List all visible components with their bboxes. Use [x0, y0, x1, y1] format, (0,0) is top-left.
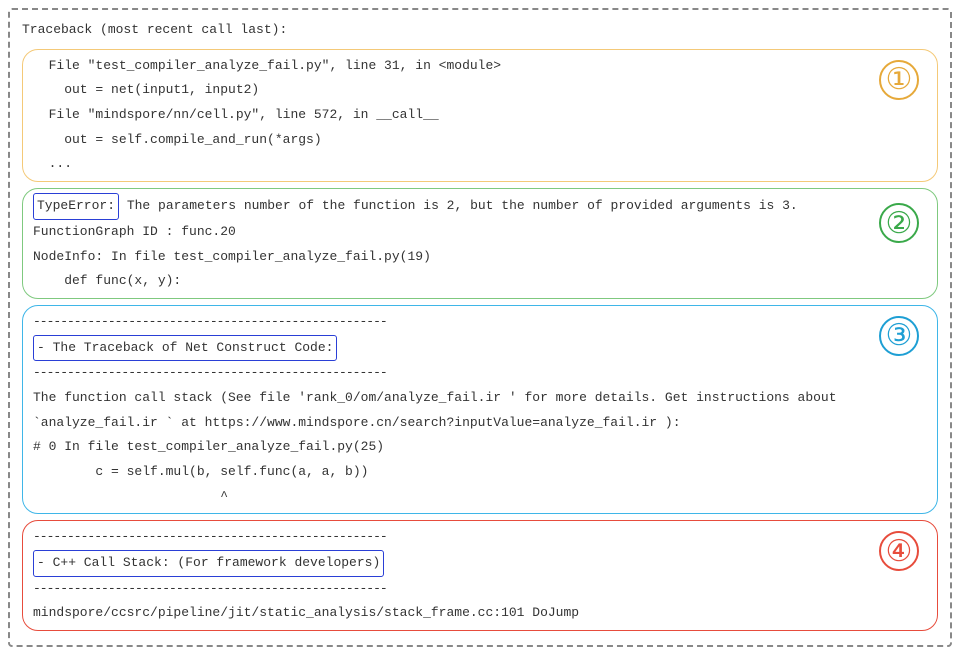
error-message: TypeError: The parameters number of the …: [33, 193, 927, 220]
frame-0-code: c = self.mul(b, self.func(a, a, b)): [33, 460, 927, 485]
traceback-ellipsis: ...: [33, 152, 927, 177]
traceback-line: out = net(input1, input2): [33, 78, 927, 103]
section-typeerror: ② TypeError: The parameters number of th…: [22, 188, 938, 299]
badge-3: ③: [879, 316, 919, 356]
net-construct-title: - The Traceback of Net Construct Code:: [33, 335, 337, 362]
func-def: def func(x, y):: [33, 269, 927, 294]
traceback-container: Traceback (most recent call last): ① Fil…: [8, 8, 952, 647]
cpp-frame: mindspore/ccsrc/pipeline/jit/static_anal…: [33, 601, 927, 626]
traceback-line: File "mindspore/nn/cell.py", line 572, i…: [33, 103, 927, 128]
call-stack-desc: The function call stack (See file 'rank_…: [33, 386, 927, 411]
divider: ----------------------------------------…: [33, 525, 927, 550]
cpp-stack-title: - C++ Call Stack: (For framework develop…: [33, 550, 384, 577]
traceback-line: out = self.compile_and_run(*args): [33, 128, 927, 153]
section-python-traceback: ① File "test_compiler_analyze_fail.py", …: [22, 49, 938, 182]
badge-2: ②: [879, 203, 919, 243]
badge-1: ①: [879, 60, 919, 100]
traceback-header: Traceback (most recent call last):: [22, 18, 938, 43]
divider: ----------------------------------------…: [33, 310, 927, 335]
node-info: NodeInfo: In file test_compiler_analyze_…: [33, 245, 927, 270]
section-cpp-call-stack: ④ --------------------------------------…: [22, 520, 938, 631]
cpp-stack-title-row: - C++ Call Stack: (For framework develop…: [33, 550, 927, 577]
divider: ----------------------------------------…: [33, 361, 927, 386]
call-stack-url: `analyze_fail.ir ` at https://www.mindsp…: [33, 411, 927, 436]
net-construct-title-row: - The Traceback of Net Construct Code:: [33, 335, 927, 362]
traceback-line: File "test_compiler_analyze_fail.py", li…: [33, 54, 927, 79]
divider: ----------------------------------------…: [33, 577, 927, 602]
frame-0-caret: ^: [33, 485, 927, 510]
frame-0-file: # 0 In file test_compiler_analyze_fail.p…: [33, 435, 927, 460]
section-net-construct-traceback: ③ --------------------------------------…: [22, 305, 938, 515]
error-message-text: The parameters number of the function is…: [119, 198, 798, 213]
error-type-label: TypeError:: [33, 193, 119, 220]
function-graph-id: FunctionGraph ID : func.20: [33, 220, 927, 245]
